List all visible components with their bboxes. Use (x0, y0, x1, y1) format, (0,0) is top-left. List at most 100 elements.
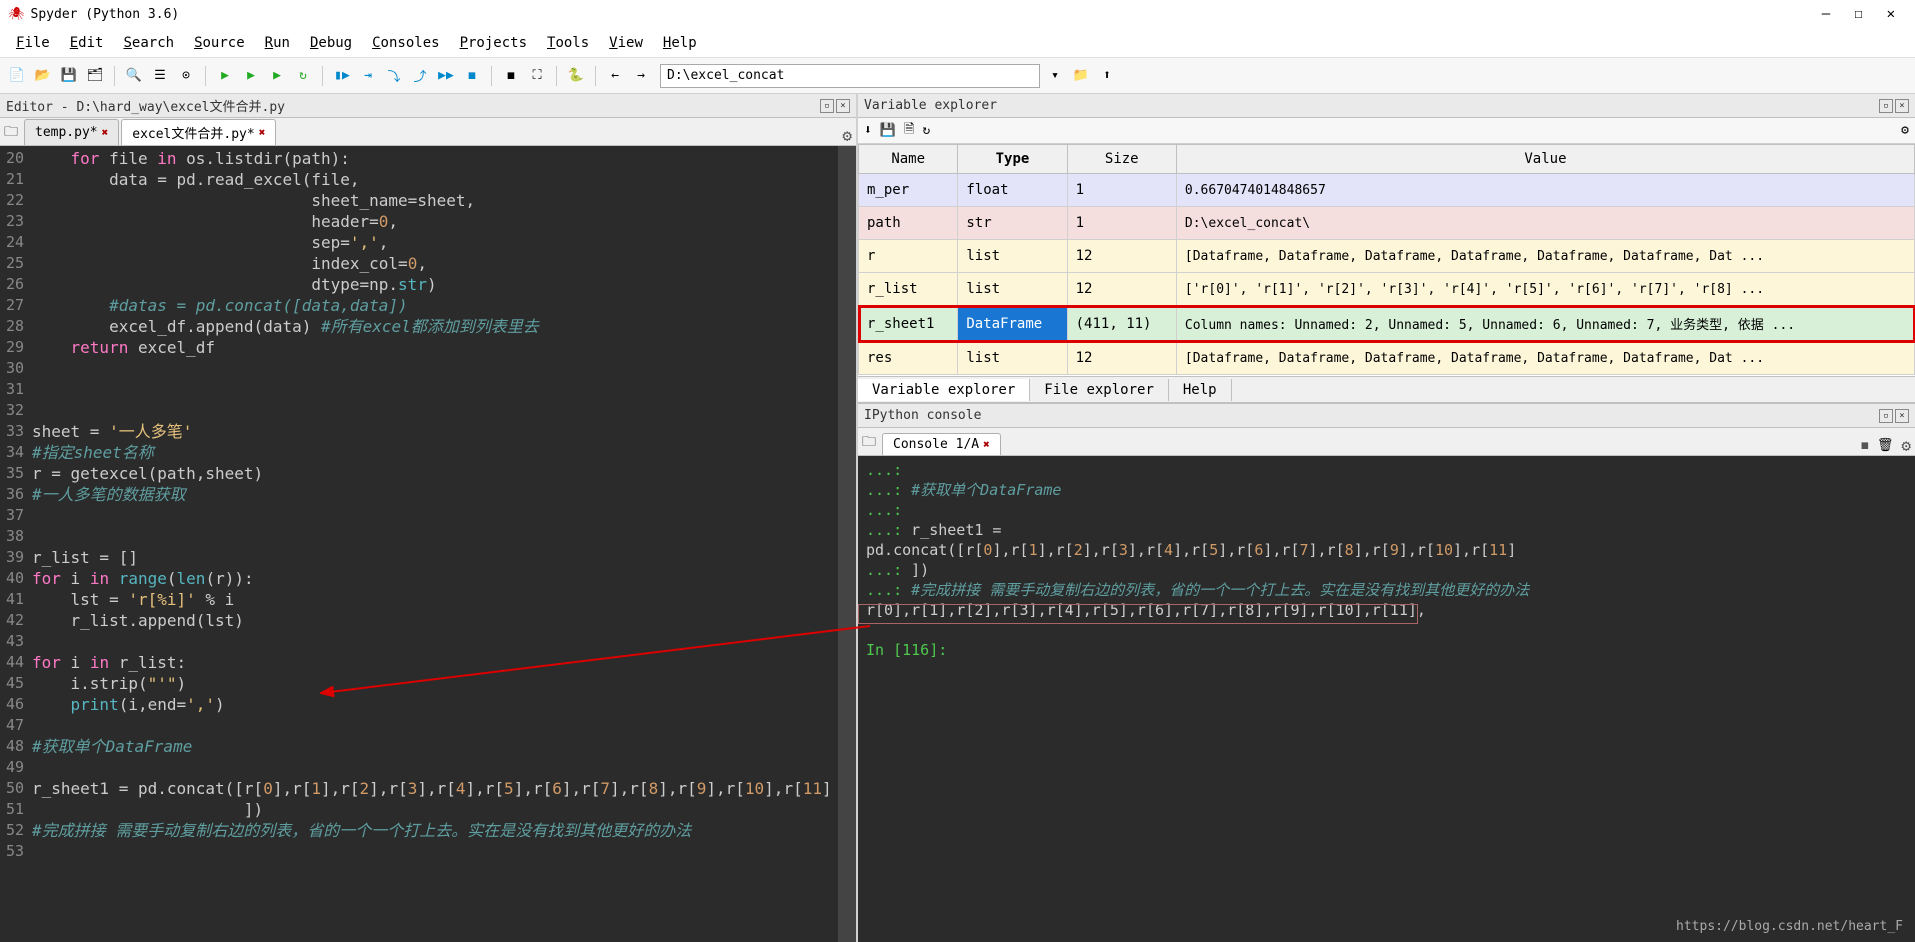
variable-explorer-header: Variable explorer ▫ × (858, 94, 1915, 118)
code-editor[interactable]: 2021222324252627282930313233343536373839… (0, 146, 856, 942)
step-out-icon[interactable]: ⤴ (409, 65, 431, 87)
tab-close-icon[interactable]: ✖ (259, 126, 266, 139)
maximize-pane-icon[interactable]: ⛶ (526, 65, 548, 87)
variable-row[interactable]: reslist12[Dataframe, Dataframe, Datafram… (859, 342, 1915, 375)
undock-icon[interactable]: ▫ (820, 99, 834, 113)
console-pane-header: IPython console ▫ × (858, 404, 1915, 428)
variable-row[interactable]: r_sheet1DataFrame(411, 11)Column names: … (859, 306, 1915, 342)
spyder-logo-icon: 🕷 (8, 7, 25, 22)
console-stop-icon[interactable]: ◼ (1861, 438, 1869, 453)
step-in-icon[interactable]: ⤵ (383, 65, 405, 87)
browse-dir-icon[interactable]: 📁 (1070, 65, 1092, 87)
search-icon[interactable]: 🔍 (123, 65, 145, 87)
ve-undock-icon[interactable]: ▫ (1879, 99, 1893, 113)
menu-file[interactable]: File (6, 31, 60, 55)
editor-tab[interactable]: temp.py* ✖ (24, 119, 119, 145)
title-bar: 🕷 Spyder (Python 3.6) — ☐ ✕ (0, 0, 1915, 28)
close-button[interactable]: ✕ (1887, 6, 1895, 22)
menu-tools[interactable]: Tools (537, 31, 599, 55)
ve-title: Variable explorer (864, 98, 997, 113)
main-toolbar: 📄 📂 💾 🗂 🔍 ☰ ⊙ ▶ ▶ ▶ ↻ ▮▶ ⇥ ⤵ ⤴ ▶▶ ◼ ◼ ⛶ … (0, 58, 1915, 94)
save-data-icon[interactable]: 💾 (880, 123, 896, 138)
menu-source[interactable]: Source (184, 31, 255, 55)
save-data-as-icon[interactable]: 🗎 (904, 120, 914, 142)
run-icon[interactable]: ▶ (214, 65, 236, 87)
save-icon[interactable]: 💾 (58, 65, 80, 87)
variable-row[interactable]: rlist12[Dataframe, Dataframe, Dataframe,… (859, 240, 1915, 273)
workdir-input[interactable] (660, 64, 1040, 88)
browse-consoles-icon[interactable]: 🗀 (862, 431, 876, 455)
editor-tab[interactable]: excel文件合并.py* ✖ (121, 119, 276, 145)
console-close-pane-icon[interactable]: × (1895, 409, 1909, 423)
menu-projects[interactable]: Projects (450, 31, 537, 55)
stop-debug-icon[interactable]: ◼ (461, 65, 483, 87)
tab-close-icon[interactable]: ✖ (102, 126, 109, 139)
console-clear-icon[interactable]: 🗑 (1877, 438, 1894, 453)
ve-close-icon[interactable]: × (1895, 99, 1909, 113)
continue-icon[interactable]: ▶▶ (435, 65, 457, 87)
ve-tab-file-explorer[interactable]: File explorer (1030, 379, 1169, 401)
console-tab-close-icon[interactable]: ✖ (983, 438, 990, 451)
ve-header-size[interactable]: Size (1067, 145, 1176, 174)
ve-tab-variable-explorer[interactable]: Variable explorer (858, 379, 1030, 401)
console-tabbar: 🗀 Console 1/A ✖ ◼ 🗑 ⚙ (858, 428, 1915, 456)
editor-options-icon[interactable]: ⚙ (842, 126, 852, 145)
forward-icon[interactable]: → (630, 65, 652, 87)
run-selection-icon[interactable]: ▶ (266, 65, 288, 87)
run-again-icon[interactable]: ↻ (292, 65, 314, 87)
window-controls: — ☐ ✕ (1822, 6, 1915, 22)
window-title: Spyder (Python 3.6) (31, 7, 180, 22)
python-path-icon[interactable]: 🐍 (565, 65, 587, 87)
variable-row[interactable]: pathstr1D:\excel_concat\ (859, 207, 1915, 240)
editor-scrollbar[interactable] (838, 146, 856, 942)
console-options-icon[interactable]: ⚙ (1901, 436, 1911, 455)
list-icon[interactable]: ☰ (149, 65, 171, 87)
import-data-icon[interactable]: ⬇ (864, 123, 872, 138)
ipython-console[interactable]: ...: ...: #获取单个DataFrame ...: ...: r_she… (858, 456, 1915, 942)
menu-bar: FileEditSearchSourceRunDebugConsolesProj… (0, 28, 1915, 58)
refresh-icon[interactable]: ↻ (922, 123, 930, 138)
save-all-icon[interactable]: 🗂 (84, 65, 106, 87)
variable-table[interactable]: NameTypeSizeValuem_perfloat10.6670474014… (858, 144, 1915, 376)
ve-header-value[interactable]: Value (1176, 145, 1914, 174)
ve-header-type[interactable]: Type (958, 145, 1067, 174)
debug-icon[interactable]: ▮▶ (331, 65, 353, 87)
stop-icon[interactable]: ◼ (500, 65, 522, 87)
console-undock-icon[interactable]: ▫ (1879, 409, 1893, 423)
editor-pane-header: Editor - D:\hard_way\excel文件合并.py ▫ × (0, 94, 856, 118)
tab-label: temp.py* (35, 125, 98, 140)
parent-dir-icon[interactable]: ⬆ (1096, 65, 1118, 87)
close-pane-icon[interactable]: × (836, 99, 850, 113)
variable-row[interactable]: m_perfloat10.6670474014848657 (859, 174, 1915, 207)
maximize-button[interactable]: ☐ (1854, 6, 1862, 22)
comment-icon[interactable]: ⊙ (175, 65, 197, 87)
variable-row[interactable]: r_listlist12['r[0]', 'r[1]', 'r[2]', 'r[… (859, 273, 1915, 306)
run-cell-icon[interactable]: ▶ (240, 65, 262, 87)
ve-options-icon[interactable]: ⚙ (1901, 123, 1909, 138)
ve-tab-strip: Variable explorerFile explorerHelp (858, 376, 1915, 402)
ve-header-name[interactable]: Name (859, 145, 958, 174)
ve-tab-help[interactable]: Help (1169, 379, 1232, 401)
tab-label: excel文件合并.py* (132, 123, 254, 142)
workdir-dropdown-icon[interactable]: ▾ (1044, 65, 1066, 87)
open-file-icon[interactable]: 📂 (32, 65, 54, 87)
step-icon[interactable]: ⇥ (357, 65, 379, 87)
editor-path-label: Editor - D:\hard_way\excel文件合并.py (6, 96, 285, 115)
browse-tabs-icon[interactable]: 🗀 (4, 121, 18, 145)
watermark-text: https://blog.csdn.net/heart_F (1676, 919, 1903, 934)
console-highlight-box (858, 604, 1418, 624)
menu-run[interactable]: Run (255, 31, 300, 55)
menu-consoles[interactable]: Consoles (362, 31, 449, 55)
menu-debug[interactable]: Debug (300, 31, 362, 55)
minimize-button[interactable]: — (1822, 6, 1830, 22)
editor-tabbar: 🗀 temp.py* ✖ excel文件合并.py* ✖ ⚙ (0, 118, 856, 146)
menu-view[interactable]: View (599, 31, 653, 55)
console-title: IPython console (864, 408, 981, 423)
back-icon[interactable]: ← (604, 65, 626, 87)
menu-search[interactable]: Search (113, 31, 184, 55)
new-file-icon[interactable]: 📄 (6, 65, 28, 87)
console-tab-label: Console 1/A (893, 437, 979, 452)
menu-help[interactable]: Help (653, 31, 707, 55)
console-tab[interactable]: Console 1/A ✖ (882, 433, 1001, 455)
menu-edit[interactable]: Edit (60, 31, 114, 55)
